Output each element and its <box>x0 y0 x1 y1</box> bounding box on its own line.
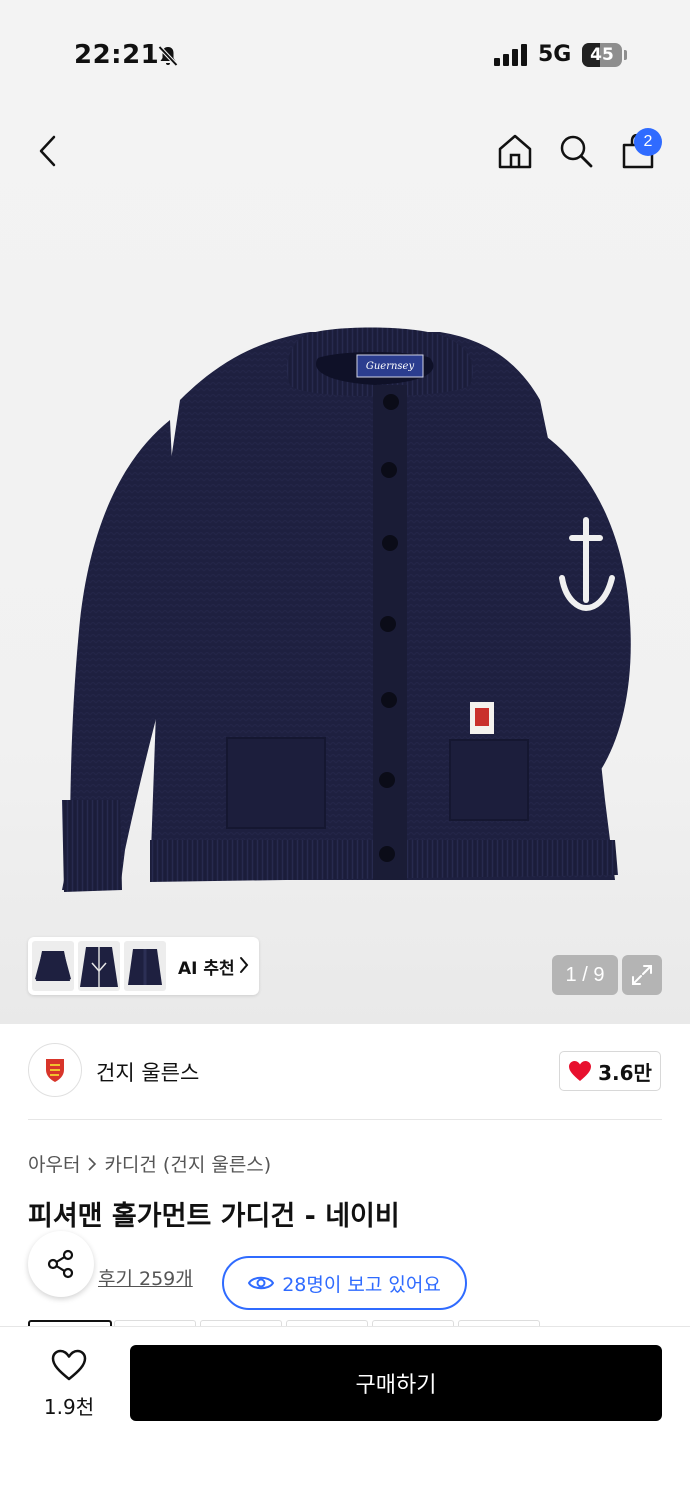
cart-count-badge: 2 <box>634 128 662 156</box>
breadcrumb-item[interactable]: 카디건 (건지 울른스) <box>104 1150 271 1177</box>
heart-filled-icon <box>569 1061 592 1081</box>
image-counter: 1 / 9 <box>552 955 618 995</box>
eye-icon <box>248 1276 275 1290</box>
svg-text:Guernsey: Guernsey <box>366 361 415 372</box>
ai-recommendation-bar[interactable]: AI 추천 <box>28 937 259 995</box>
cardigan-thumbnail-image <box>35 951 71 981</box>
zip-cardigan-thumbnail-image <box>80 947 118 987</box>
buy-button[interactable]: 구매하기 <box>130 1345 662 1421</box>
viewers-text: 28명이 보고 있어요 <box>282 1273 441 1296</box>
recommendation-thumbnail[interactable] <box>78 941 120 991</box>
cellular-signal-icon <box>494 44 528 66</box>
bell-off-icon <box>156 44 180 68</box>
breadcrumb: 아우터 카디건 (건지 울른스) <box>28 1150 271 1177</box>
brand-name-link[interactable]: 건지 울른스 <box>96 1057 199 1087</box>
ai-recommendation-label: AI 추천 <box>178 959 235 979</box>
home-button[interactable] <box>491 127 539 175</box>
expand-image-button[interactable] <box>622 955 662 995</box>
battery-cap <box>624 50 627 60</box>
product-image-gallery[interactable]: Guernsey <box>0 100 690 1024</box>
chevron-right-icon <box>240 957 249 973</box>
brand-like-count: 3.6만 <box>598 1060 652 1085</box>
share-button[interactable] <box>28 1231 94 1297</box>
home-icon <box>498 134 532 169</box>
status-time: 22:21 <box>74 40 160 70</box>
chevron-right-icon <box>88 1156 97 1171</box>
network-type: 5G <box>538 42 572 67</box>
back-chevron-icon <box>39 135 56 167</box>
search-icon <box>560 135 593 168</box>
back-button[interactable] <box>24 127 72 175</box>
battery-level: 45 <box>590 45 614 65</box>
share-icon <box>47 1249 74 1279</box>
favorite-count: 1.9천 <box>43 1395 95 1419</box>
reviews-link[interactable]: 후기 259개 <box>98 1264 193 1291</box>
expand-icon <box>632 965 652 985</box>
knit-cardigan-thumbnail-image <box>128 949 162 985</box>
product-image: Guernsey <box>62 327 631 892</box>
favorite-button[interactable]: 1.9천 <box>28 1345 110 1421</box>
brand-like-button[interactable]: 3.6만 <box>559 1051 661 1091</box>
recommendation-thumbnail[interactable] <box>32 941 74 991</box>
heart-outline-icon <box>51 1349 87 1381</box>
viewers-badge: 28명이 보고 있어요 <box>222 1256 467 1310</box>
brand-logo[interactable] <box>28 1043 82 1097</box>
battery-icon: 45 <box>582 43 622 67</box>
product-title: 피셔맨 홀가먼트 가디건 - 네이비 <box>28 1201 400 1232</box>
breadcrumb-item[interactable]: 아우터 <box>28 1150 80 1177</box>
divider <box>28 1119 662 1120</box>
brand-crest-icon <box>46 1059 64 1082</box>
recommendation-thumbnail[interactable] <box>124 941 166 991</box>
search-button[interactable] <box>552 127 600 175</box>
